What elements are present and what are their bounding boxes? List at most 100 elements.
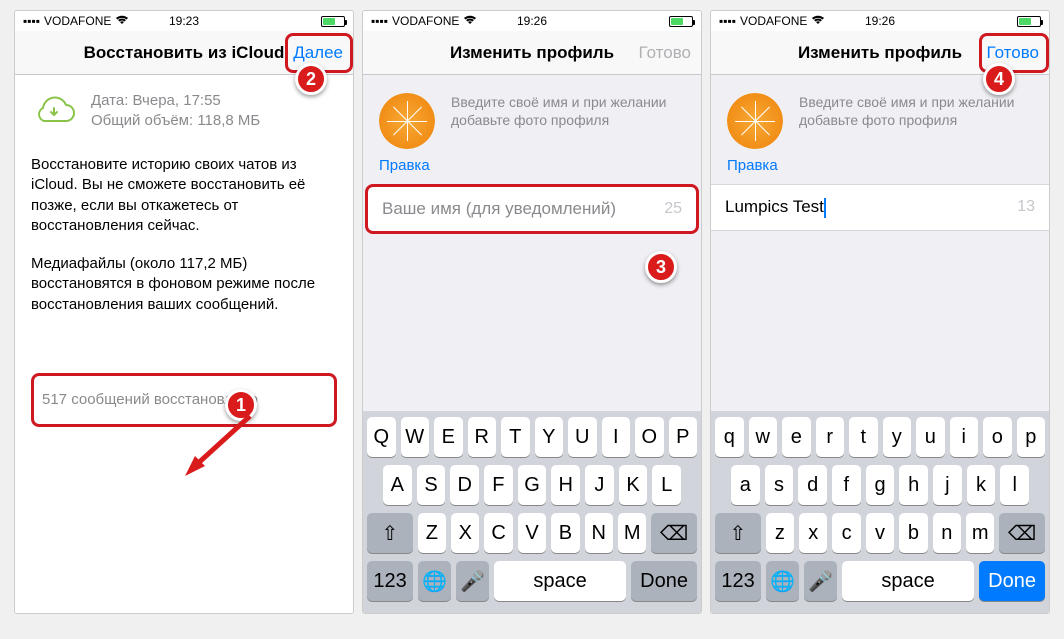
nav-done-button[interactable]: Готово [987, 43, 1040, 63]
key-o[interactable]: O [635, 417, 664, 457]
screen-edit-profile-filled: ▪▪▪▪ VODAFONE 19:26 Изменить профиль Гот… [710, 10, 1050, 614]
key-f[interactable]: f [832, 465, 861, 505]
edit-photo-link[interactable]: Правка [711, 155, 1049, 184]
key-i[interactable]: i [950, 417, 979, 457]
key-w[interactable]: w [749, 417, 778, 457]
key-s[interactable]: s [765, 465, 794, 505]
done-key[interactable]: Done [631, 561, 697, 601]
key-q[interactable]: q [715, 417, 744, 457]
key-e[interactable]: e [782, 417, 811, 457]
shift-key[interactable]: ⇧ [367, 513, 413, 553]
key-w[interactable]: W [401, 417, 430, 457]
key-z[interactable]: Z [418, 513, 446, 553]
avatar[interactable] [727, 93, 783, 149]
key-j[interactable]: J [585, 465, 614, 505]
space-key[interactable]: space [842, 561, 974, 601]
key-x[interactable]: x [799, 513, 827, 553]
key-o[interactable]: o [983, 417, 1012, 457]
key-r[interactable]: R [468, 417, 497, 457]
status-bar: ▪▪▪▪ VODAFONE 19:26 [363, 11, 701, 31]
key-n[interactable]: N [585, 513, 613, 553]
carrier-label: VODAFONE [740, 14, 807, 28]
num-key[interactable]: 123 [367, 561, 413, 601]
wifi-icon [811, 14, 825, 28]
key-b[interactable]: b [899, 513, 927, 553]
shift-key[interactable]: ⇧ [715, 513, 761, 553]
key-s[interactable]: S [417, 465, 446, 505]
restored-count: 517 сообщений восстановлено [31, 373, 337, 427]
key-h[interactable]: h [899, 465, 928, 505]
key-k[interactable]: k [967, 465, 996, 505]
key-b[interactable]: B [551, 513, 579, 553]
page-title: Восстановить из iCloud [84, 43, 285, 63]
content-area: Введите своё имя и при желании добавьте … [363, 75, 701, 411]
key-y[interactable]: y [883, 417, 912, 457]
key-g[interactable]: g [866, 465, 895, 505]
num-key[interactable]: 123 [715, 561, 761, 601]
key-m[interactable]: m [966, 513, 994, 553]
key-m[interactable]: M [618, 513, 646, 553]
wifi-icon [115, 14, 129, 28]
nav-done-button[interactable]: Готово [639, 43, 692, 63]
backspace-key[interactable]: ⌫ [651, 513, 697, 553]
battery-icon [321, 16, 345, 27]
clock: 19:23 [169, 14, 199, 28]
key-a[interactable]: a [731, 465, 760, 505]
key-p[interactable]: p [1017, 417, 1046, 457]
key-u[interactable]: u [916, 417, 945, 457]
key-z[interactable]: z [766, 513, 794, 553]
name-input[interactable] [382, 199, 664, 219]
key-d[interactable]: D [450, 465, 479, 505]
avatar[interactable] [379, 93, 435, 149]
key-n[interactable]: n [933, 513, 961, 553]
wifi-icon [463, 14, 477, 28]
mic-key[interactable]: 🎤 [456, 561, 489, 601]
edit-photo-link[interactable]: Правка [363, 155, 701, 184]
key-c[interactable]: C [484, 513, 512, 553]
key-x[interactable]: X [451, 513, 479, 553]
nav-next-button[interactable]: Далее [293, 43, 343, 63]
key-k[interactable]: K [619, 465, 648, 505]
name-hint: Введите своё имя и при желании добавьте … [799, 93, 1033, 129]
key-y[interactable]: Y [535, 417, 564, 457]
key-v[interactable]: v [866, 513, 894, 553]
space-key[interactable]: space [494, 561, 626, 601]
key-e[interactable]: E [434, 417, 463, 457]
carrier-label: VODAFONE [44, 14, 111, 28]
char-count: 13 [1017, 198, 1035, 216]
mic-key[interactable]: 🎤 [804, 561, 837, 601]
key-h[interactable]: H [551, 465, 580, 505]
globe-key[interactable]: 🌐 [418, 561, 451, 601]
carrier-label: VODAFONE [392, 14, 459, 28]
screen-restore-icloud: ▪▪▪▪ VODAFONE 19:23 Восстановить из iClo… [14, 10, 354, 614]
globe-key[interactable]: 🌐 [766, 561, 799, 601]
key-c[interactable]: c [832, 513, 860, 553]
key-t[interactable]: T [501, 417, 530, 457]
key-a[interactable]: A [383, 465, 412, 505]
key-f[interactable]: F [484, 465, 513, 505]
signal-icon: ▪▪▪▪ [371, 14, 388, 28]
key-v[interactable]: V [518, 513, 546, 553]
backspace-key[interactable]: ⌫ [999, 513, 1045, 553]
key-l[interactable]: L [652, 465, 681, 505]
key-i[interactable]: I [602, 417, 631, 457]
keyboard[interactable]: QWERTYUIOP ASDFGHJKL ⇧ ZXCVBNM ⌫ 123 🌐 🎤… [363, 411, 701, 613]
key-q[interactable]: Q [367, 417, 396, 457]
key-g[interactable]: G [518, 465, 547, 505]
key-p[interactable]: P [669, 417, 698, 457]
key-u[interactable]: U [568, 417, 597, 457]
clock: 19:26 [865, 14, 895, 28]
key-d[interactable]: d [798, 465, 827, 505]
page-title: Изменить профиль [798, 43, 962, 63]
key-j[interactable]: j [933, 465, 962, 505]
key-t[interactable]: t [849, 417, 878, 457]
done-key[interactable]: Done [979, 561, 1045, 601]
signal-icon: ▪▪▪▪ [23, 14, 40, 28]
keyboard[interactable]: qwertyuiop asdfghjkl ⇧ zxcvbnm ⌫ 123 🌐 🎤… [711, 411, 1049, 613]
key-r[interactable]: r [816, 417, 845, 457]
nav-bar: Восстановить из iCloud Далее [15, 31, 353, 75]
name-input[interactable]: Lumpics Test [725, 197, 826, 218]
restore-info-2: Медиафайлы (около 117,2 МБ) восстановятс… [31, 254, 337, 315]
key-l[interactable]: l [1000, 465, 1029, 505]
screen-edit-profile-empty: ▪▪▪▪ VODAFONE 19:26 Изменить профиль Гот… [362, 10, 702, 614]
